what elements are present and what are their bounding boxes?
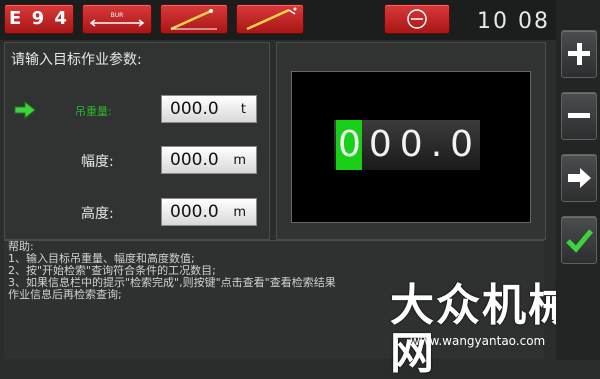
help-title: 帮助: xyxy=(8,241,34,253)
input-display-panel: 000.0 xyxy=(276,42,546,240)
readout-digits: 000.0 xyxy=(338,126,481,164)
remaining-digits: 00.0 xyxy=(368,124,482,165)
stop-icon xyxy=(407,9,427,29)
height-label: 高度: xyxy=(81,206,114,222)
load-weight-unit: t xyxy=(240,102,246,117)
boom-angle-icon xyxy=(170,9,217,31)
stop-button[interactable] xyxy=(384,4,450,34)
help-line-2: 2、按"开始检索"查询符合条件的工况数目; xyxy=(8,265,216,277)
svg-text:BUR: BUR xyxy=(111,12,124,19)
clock: 10 08 xyxy=(470,8,550,36)
boom-length-icon: BUR xyxy=(89,12,145,27)
boom-angle-button[interactable] xyxy=(160,4,228,34)
radius-value: 000.0 xyxy=(170,150,219,170)
check-icon xyxy=(566,229,593,253)
jib-angle-icon xyxy=(246,7,297,31)
height-unit: m xyxy=(233,205,246,220)
height-value: 000.0 xyxy=(170,202,219,222)
plus-icon xyxy=(568,43,590,65)
load-weight-value: 000.0 xyxy=(170,99,219,119)
cursor-digit: 0 xyxy=(338,124,369,165)
right-tool-column xyxy=(556,0,600,360)
minus-button[interactable] xyxy=(561,92,597,140)
height-field[interactable]: 000.0 m xyxy=(161,198,257,226)
clock-hour: 10 xyxy=(477,9,509,34)
boom-length-button[interactable]: BUR xyxy=(82,4,152,34)
current-row-arrow-icon xyxy=(14,101,36,119)
radius-unit: m xyxy=(233,153,246,168)
radius-label: 幅度: xyxy=(81,154,114,170)
plus-button[interactable] xyxy=(561,30,597,78)
next-button[interactable] xyxy=(561,154,597,202)
e94-button[interactable]: E 9 4 xyxy=(4,4,74,34)
minus-icon xyxy=(568,113,590,118)
help-line-1: 1、输入目标吊重量、幅度和高度数值; xyxy=(8,253,195,265)
clock-minute: 08 xyxy=(518,9,550,34)
load-weight-label: 吊重量: xyxy=(75,105,112,118)
top-toolbar: E 9 4 BUR 10 08 xyxy=(0,0,556,40)
numeric-readout: 000.0 xyxy=(334,120,480,170)
prompt-text: 请输入目标作业参数: xyxy=(11,52,142,68)
radius-field[interactable]: 000.0 m xyxy=(161,146,257,174)
jib-angle-button[interactable] xyxy=(236,4,304,34)
arrow-right-icon xyxy=(568,168,591,188)
confirm-button[interactable] xyxy=(561,216,597,264)
numeric-screen: 000.0 xyxy=(291,71,531,223)
parameter-panel: 请输入目标作业参数: 吊重量: 000.0 t 幅度: 000.0 m 高度: … xyxy=(4,42,270,240)
load-weight-field[interactable]: 000.0 t xyxy=(161,95,257,123)
e94-label: E 9 4 xyxy=(9,8,69,29)
watermark-url: www.wangyantao.com xyxy=(410,334,546,348)
